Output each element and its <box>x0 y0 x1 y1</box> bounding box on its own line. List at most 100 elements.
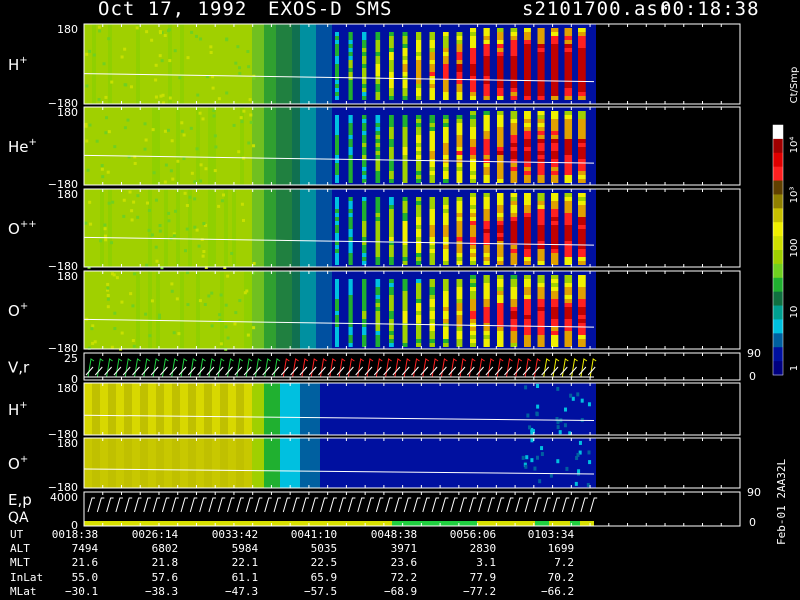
cell-value: 7.2 <box>554 556 575 570</box>
ytick-top: 180 <box>57 188 78 201</box>
ytick-top: 180 <box>57 106 78 119</box>
cell-value: 3.1 <box>476 556 497 570</box>
panel-h-plus-2: 180−180H+ <box>8 382 741 441</box>
cell-value: 0041:10 <box>290 528 338 541</box>
cell-value: 21.8 <box>151 556 179 570</box>
cell-value: 0048:38 <box>370 528 418 541</box>
colorbar-swatch <box>773 138 783 154</box>
colorbar-swatch <box>773 277 783 293</box>
panel-h-plus: 180−180H+ <box>8 23 741 110</box>
colorbar-unit-label: Ct/Smp <box>789 67 800 104</box>
colorbar-swatch <box>773 319 783 334</box>
side-id: Feb-01 2AA32L <box>775 458 788 545</box>
orbit-table: UT 0018:38 0026:14 0033:42 0041:10 0048:38 005… <box>0 528 800 599</box>
row-label: UT <box>10 528 24 541</box>
panel-o-plusplus: 180−180O++ <box>8 188 741 273</box>
colorbar-swatch <box>773 333 783 348</box>
colorbar-tick: 10⁴ <box>789 137 800 154</box>
panel-o-plus-2: 180−180O+ <box>8 437 741 494</box>
colorbar-swatch <box>773 125 783 140</box>
cell-value: 23.6 <box>390 556 418 570</box>
ytick-top: 25 <box>64 352 78 365</box>
panel-label: O++ <box>8 219 37 238</box>
cell-value: 72.2 <box>390 570 418 584</box>
colorbar-swatch <box>773 361 783 376</box>
colorbar-swatch <box>773 180 783 195</box>
panel-label: H+ <box>8 400 28 419</box>
panel-vr: 250V,r900 <box>8 347 761 386</box>
cell-value: 0056:06 <box>449 528 497 541</box>
row-label: ALT <box>10 542 30 556</box>
cell-value: −66.2 <box>541 584 575 598</box>
cell-value: 77.9 <box>469 570 497 584</box>
ytick-top: 180 <box>57 23 78 36</box>
row-label: InLat <box>10 570 44 584</box>
colorbar-swatch <box>773 250 783 265</box>
colorbar-swatch <box>773 194 783 209</box>
cell-value: −38.3 <box>145 584 179 598</box>
row-label: MLT <box>10 556 30 570</box>
panel-label: E,p <box>8 491 32 509</box>
colorbar-swatch <box>773 222 783 237</box>
cell-value: 0103:34 <box>527 528 575 541</box>
ytick-top: 180 <box>57 437 78 450</box>
right-tick-top: 90 <box>747 347 761 360</box>
colorbar-swatch <box>773 305 783 320</box>
colorbar: 10⁴ 10³ 100 10 1 Ct/Smp <box>772 67 800 376</box>
cell-value: −30.1 <box>65 584 99 598</box>
cell-value: 0018:38 <box>51 528 99 541</box>
panel-label: H+ <box>8 55 28 74</box>
cell-value: 7494 <box>71 542 99 556</box>
cell-value: 3971 <box>390 542 418 556</box>
cell-value: −68.9 <box>384 584 418 598</box>
colorbar-swatch <box>773 208 783 223</box>
panel-label: V,r <box>8 359 30 377</box>
right-tick-bottom: 0 <box>749 370 756 383</box>
cell-value: 57.6 <box>151 570 179 584</box>
cell-value: −77.2 <box>463 584 497 598</box>
colorbar-swatch <box>773 152 783 168</box>
ytick-top: 180 <box>57 270 78 283</box>
cell-value: −47.3 <box>225 584 259 598</box>
cell-value: 1699 <box>547 542 575 556</box>
cell-value: 65.9 <box>310 570 338 584</box>
colorbar-swatch <box>773 263 783 279</box>
cell-value: 22.5 <box>310 556 338 570</box>
colorbar-swatch <box>773 166 783 182</box>
colorbar-tick: 10 <box>789 306 800 319</box>
cell-value: 61.1 <box>231 570 259 584</box>
row-label: MLat <box>10 584 37 598</box>
colorbar-swatch <box>773 347 783 362</box>
panel-label: O+ <box>8 301 28 320</box>
panel-ep: 40000E,pQA900 <box>8 486 761 532</box>
colorbar-tick: 1 <box>789 365 800 371</box>
panel-label: He+ <box>8 137 37 156</box>
panel-label: O+ <box>8 454 28 473</box>
table-row-alt: ALT 7494 6802 5984 5035 3971 2830 1699 <box>0 542 800 556</box>
panel-he-plus: 180−180He+ <box>8 106 741 191</box>
colorbar-swatch <box>773 236 783 251</box>
cell-value: 55.0 <box>71 570 99 584</box>
table-row-mlat: MLat −30.1 −38.3 −47.3 −57.5 −68.9 −77.2 −66.2 <box>0 585 800 599</box>
cell-value: 21.6 <box>71 556 99 570</box>
table-row-inlat: InLat 55.0 57.6 61.1 65.9 72.2 77.9 70.2 <box>0 571 800 585</box>
table-row-mlt: MLT 21.6 21.8 22.1 22.5 23.6 3.1 7.2 <box>0 556 800 570</box>
cell-value: −57.5 <box>304 584 338 598</box>
cell-value: 5035 <box>310 542 338 556</box>
ytick-top: 180 <box>57 382 78 395</box>
colorbar-swatch <box>773 291 783 307</box>
cell-value: 2830 <box>469 542 497 556</box>
panel-o-plus: 180−180O+ <box>8 270 741 355</box>
cell-value: 70.2 <box>547 570 575 584</box>
table-row-ut: UT 0018:38 0026:14 0033:42 0041:10 0048:38 005… <box>0 528 800 542</box>
colorbar-tick: 100 <box>789 238 800 257</box>
panel-label-2: QA <box>8 510 29 526</box>
ytick-top: 4000 <box>50 491 78 504</box>
cell-value: 5984 <box>231 542 259 556</box>
cell-value: 0033:42 <box>211 528 259 541</box>
cell-value: 22.1 <box>231 556 259 570</box>
cell-value: 0026:14 <box>131 528 179 541</box>
spectrogram-figure: 180−180H+180−180He+180−180O++180−180O+25… <box>8 23 800 532</box>
colorbar-tick: 10³ <box>789 187 800 204</box>
cell-value: 6802 <box>151 542 179 556</box>
